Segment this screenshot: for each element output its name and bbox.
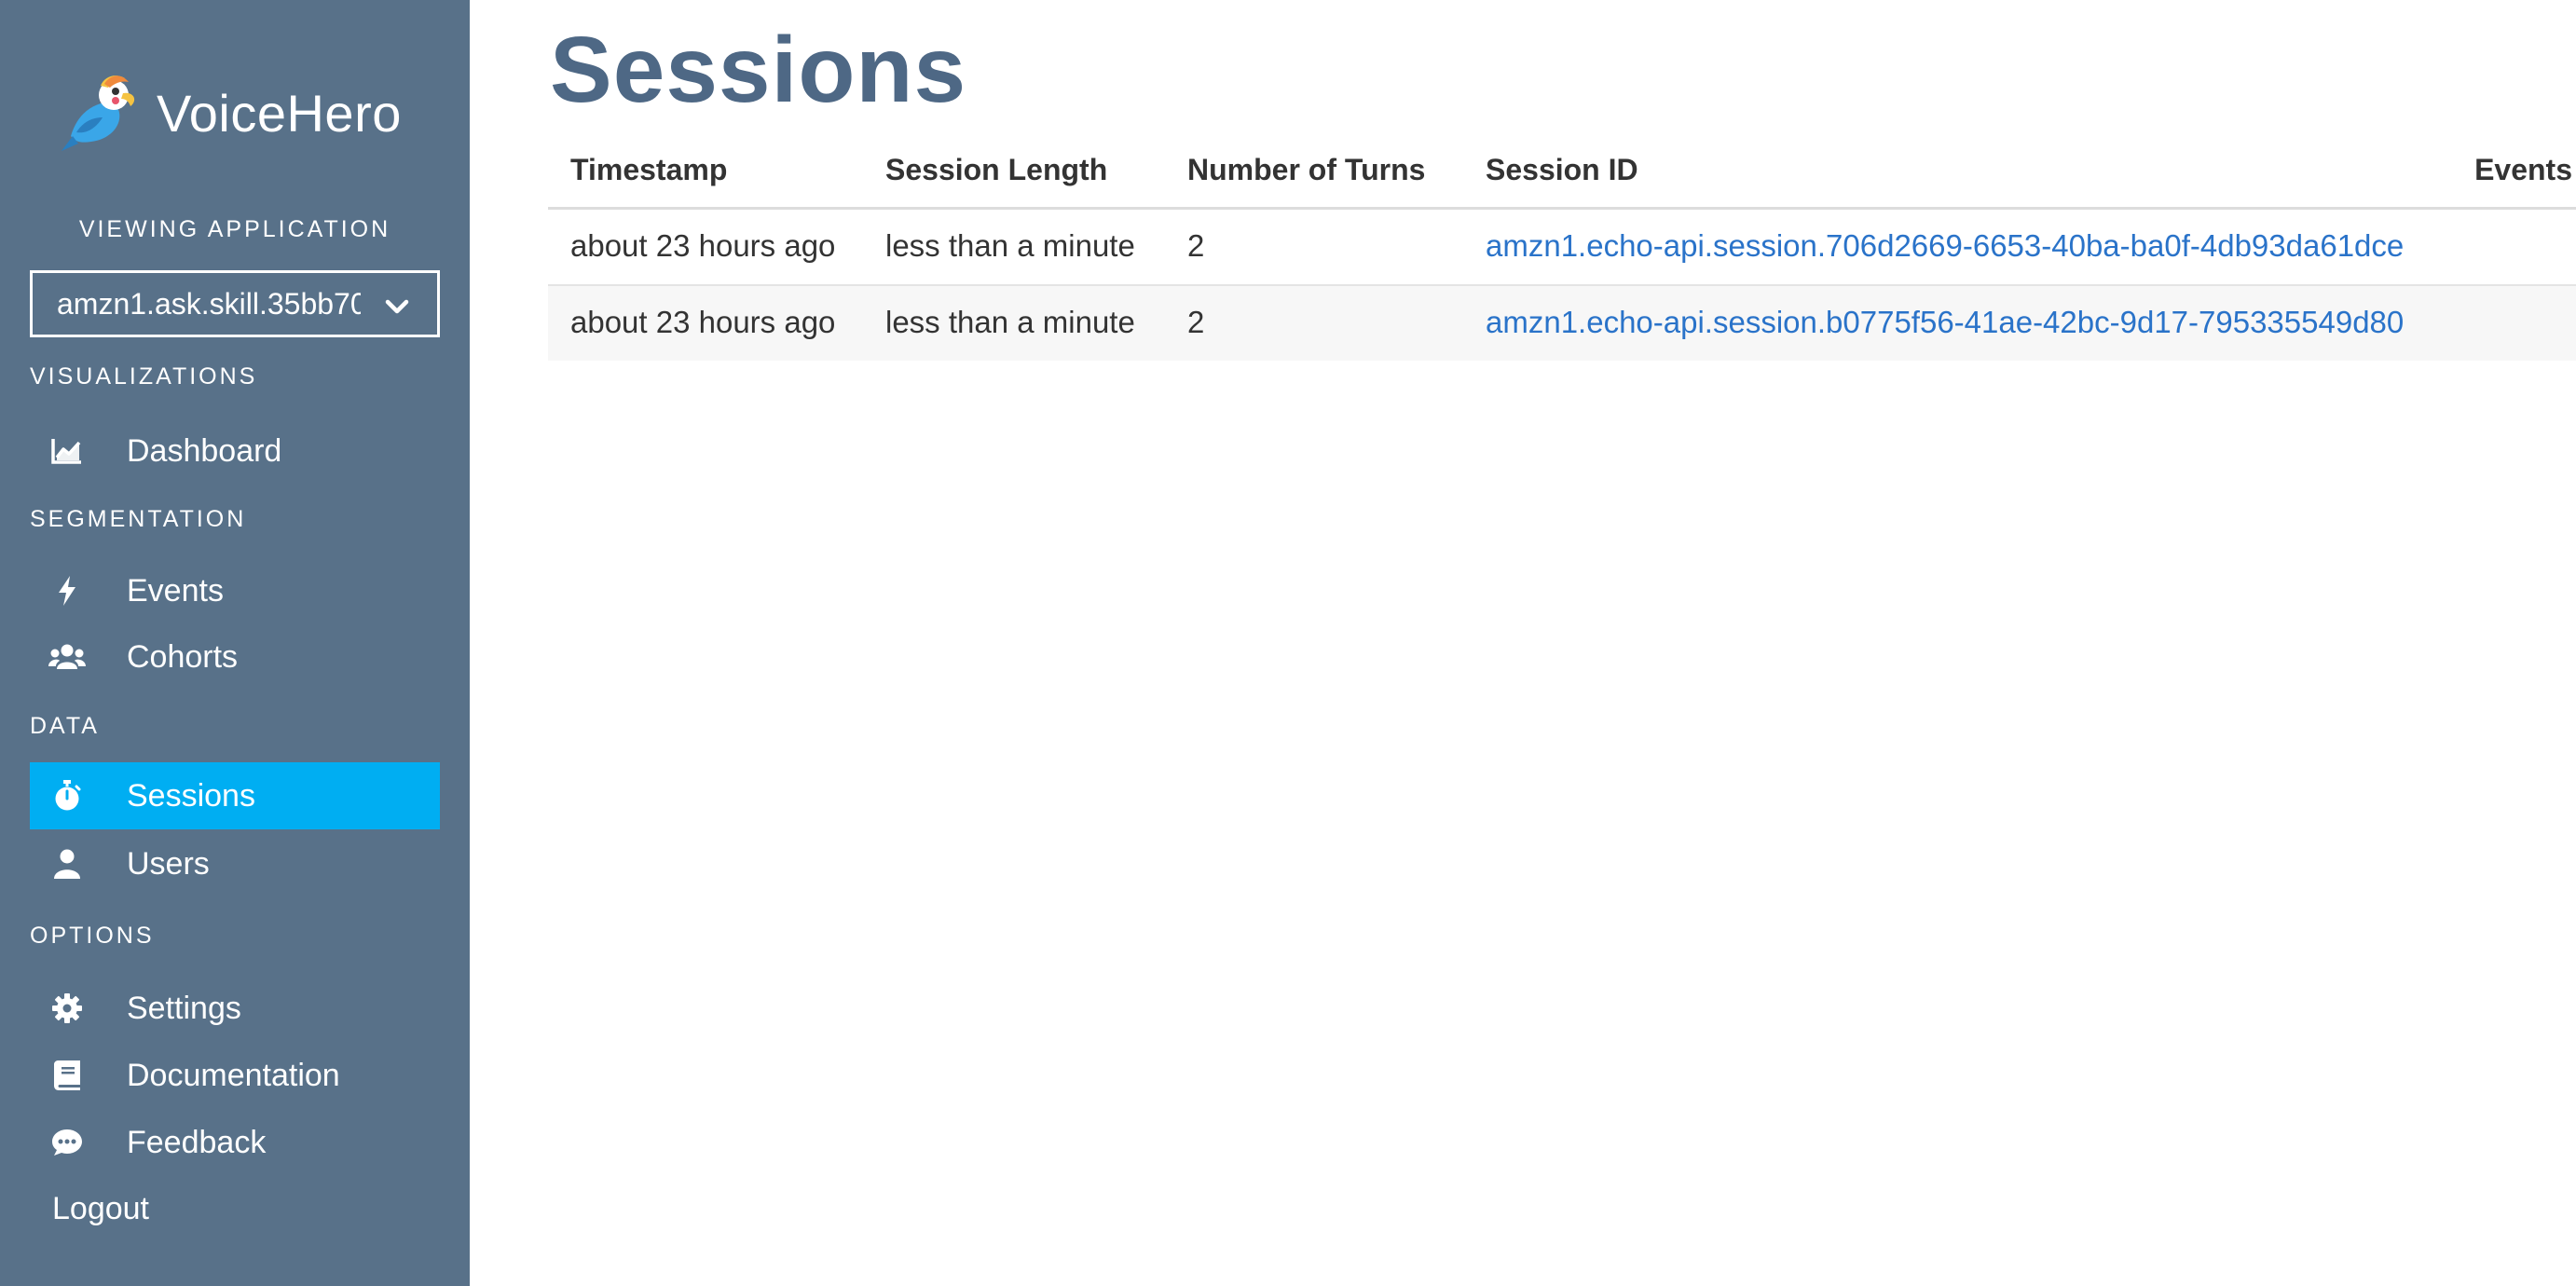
- cell-timestamp: about 23 hours ago: [570, 228, 836, 263]
- gear-icon: [48, 990, 86, 1027]
- main-content: Sessions Timestamp Session Length Number…: [470, 0, 2576, 1286]
- bolt-icon: [48, 572, 86, 609]
- cell-session-length: less than a minute: [885, 228, 1135, 263]
- session-id-link[interactable]: amzn1.echo-api.session.706d2669-6653-40b…: [1486, 228, 2404, 264]
- users-icon: [48, 638, 86, 676]
- sidebar-item-users[interactable]: Users: [30, 830, 440, 897]
- column-header-timestamp[interactable]: Timestamp: [570, 153, 727, 187]
- page-title: Sessions: [550, 18, 967, 122]
- sidebar-item-label: Sessions: [127, 777, 255, 814]
- sidebar: VoiceHero VIEWING APPLICATION amzn1.ask.…: [0, 0, 470, 1286]
- cell-number-of-turns: 2: [1187, 305, 1205, 339]
- table-header: Timestamp Session Length Number of Turns…: [548, 140, 2576, 210]
- sidebar-item-settings[interactable]: Settings: [30, 975, 440, 1042]
- stopwatch-icon: [48, 777, 86, 814]
- sidebar-item-cohorts[interactable]: Cohorts: [30, 623, 440, 691]
- sidebar-item-label: Cohorts: [127, 638, 239, 675]
- section-label-options: OPTIONS: [30, 923, 155, 949]
- sidebar-item-label: Documentation: [127, 1057, 340, 1093]
- sidebar-item-documentation[interactable]: Documentation: [30, 1042, 440, 1109]
- table-row[interactable]: about 23 hours ago less than a minute 2 …: [548, 210, 2576, 286]
- sidebar-item-label: Feedback: [127, 1124, 267, 1160]
- book-icon: [48, 1057, 86, 1094]
- column-header-session-id[interactable]: Session ID: [1486, 153, 1638, 187]
- cell-session-length: less than a minute: [885, 305, 1135, 339]
- session-id-link[interactable]: amzn1.echo-api.session.b0775f56-41ae-42b…: [1486, 305, 2404, 340]
- cell-number-of-turns: 2: [1187, 228, 1205, 263]
- column-header-session-length[interactable]: Session Length: [885, 153, 1107, 187]
- cell-timestamp: about 23 hours ago: [570, 305, 836, 339]
- app-root: VoiceHero VIEWING APPLICATION amzn1.ask.…: [0, 0, 2576, 1286]
- logout-link[interactable]: Logout: [52, 1191, 149, 1227]
- brand[interactable]: VoiceHero: [60, 62, 414, 164]
- sidebar-item-label: Events: [127, 572, 224, 609]
- section-label-data: DATA: [30, 713, 100, 739]
- sidebar-item-label: Users: [127, 845, 210, 882]
- viewing-application-label: VIEWING APPLICATION: [78, 216, 391, 242]
- line-chart-icon: [48, 432, 86, 470]
- sessions-table: Timestamp Session Length Number of Turns…: [548, 140, 2576, 361]
- chat-bubble-icon: [48, 1124, 86, 1161]
- brand-name: VoiceHero: [157, 83, 402, 143]
- application-select-value: amzn1.ask.skill.35bb70: [57, 286, 361, 321]
- user-icon: [48, 845, 86, 882]
- column-header-events[interactable]: Events: [2474, 153, 2572, 187]
- sidebar-item-events[interactable]: Events: [30, 557, 440, 624]
- table-row[interactable]: about 23 hours ago less than a minute 2 …: [548, 286, 2576, 361]
- sidebar-item-feedback[interactable]: Feedback: [30, 1109, 440, 1176]
- parrot-logo-icon: [62, 75, 135, 151]
- column-header-number-of-turns[interactable]: Number of Turns: [1187, 153, 1425, 187]
- section-label-segmentation: SEGMENTATION: [30, 506, 247, 532]
- sidebar-item-dashboard[interactable]: Dashboard: [30, 417, 440, 485]
- sidebar-item-sessions[interactable]: Sessions: [30, 762, 440, 829]
- application-select[interactable]: amzn1.ask.skill.35bb70: [30, 270, 440, 337]
- sidebar-item-label: Settings: [127, 990, 241, 1026]
- sidebar-item-label: Dashboard: [127, 432, 282, 469]
- section-label-visualizations: VISUALIZATIONS: [30, 363, 258, 390]
- chevron-down-icon: [385, 299, 409, 314]
